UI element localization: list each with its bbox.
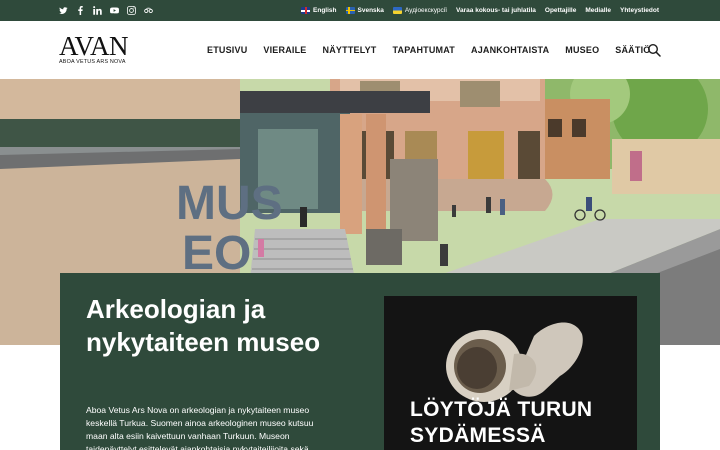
nav-item-museum[interactable]: MUSEO: [565, 45, 599, 55]
uk-flag-icon: [301, 7, 311, 14]
english-label: English: [313, 7, 337, 14]
twitter-icon[interactable]: [59, 6, 68, 15]
intro-description: Aboa Vetus Ars Nova on arkeologian ja ny…: [86, 405, 314, 450]
language-swedish-link[interactable]: Svenska: [345, 7, 384, 14]
nav-item-foundation[interactable]: SÄÄTIÖ: [615, 45, 650, 55]
nav-item-exhibitions[interactable]: NÄYTTELYT: [323, 45, 377, 55]
intro-card: Arkeologian ja nykytaiteen museo Aboa Ve…: [60, 273, 660, 450]
site-header: AVAN ABOA VETUS ARS NOVA ETUSIVU VIERAIL…: [0, 21, 720, 79]
logo-mark: AVAN: [59, 31, 129, 61]
promo-heading: LÖYTÖJÄ TURUN SYDÄMESSÄ: [410, 398, 593, 447]
social-links: [59, 0, 153, 21]
promo-tile[interactable]: LÖYTÖJÄ TURUN SYDÄMESSÄ: [384, 296, 637, 450]
audio-guide-link[interactable]: Аудіоекскурсії: [392, 7, 448, 14]
language-english-link[interactable]: English: [301, 7, 337, 14]
page-title: Arkeologian ja nykytaiteen museo: [86, 294, 321, 357]
book-venue-link[interactable]: Varaa kokous- tai juhlatila: [456, 7, 536, 14]
media-link[interactable]: Medialle: [585, 7, 611, 14]
linkedin-icon[interactable]: [93, 6, 102, 15]
search-icon[interactable]: [647, 43, 661, 57]
nav-item-home[interactable]: ETUSIVU: [207, 45, 247, 55]
nav-item-visit[interactable]: VIERAILE: [263, 45, 306, 55]
nav-item-news[interactable]: AJANKOHTAISTA: [471, 45, 549, 55]
contact-link[interactable]: Yhteystiedot: [620, 7, 659, 14]
site-logo[interactable]: AVAN ABOA VETUS ARS NOVA: [59, 31, 129, 66]
main-nav: ETUSIVU VIERAILE NÄYTTELYT TAPAHTUMAT AJ…: [207, 21, 666, 79]
instagram-icon[interactable]: [127, 6, 136, 15]
museo-sign-top: MUS: [176, 177, 283, 230]
top-bar: English Svenska Аудіоекскурсії Varaa kok…: [0, 0, 720, 21]
utility-links: English Svenska Аудіоекскурсії Varaa kok…: [301, 0, 659, 21]
ukraine-flag-icon: [392, 7, 402, 14]
youtube-icon[interactable]: [110, 6, 119, 15]
teachers-link[interactable]: Opettajille: [545, 7, 576, 14]
svenska-label: Svenska: [357, 7, 384, 14]
sweden-flag-icon: [345, 7, 355, 14]
facebook-icon[interactable]: [76, 6, 85, 15]
nav-item-events[interactable]: TAPAHTUMAT: [393, 45, 456, 55]
logo-subtitle: ABOA VETUS ARS NOVA: [59, 59, 126, 65]
tripadvisor-icon[interactable]: [144, 6, 153, 15]
audio-guide-label: Аудіоекскурсії: [404, 7, 448, 14]
